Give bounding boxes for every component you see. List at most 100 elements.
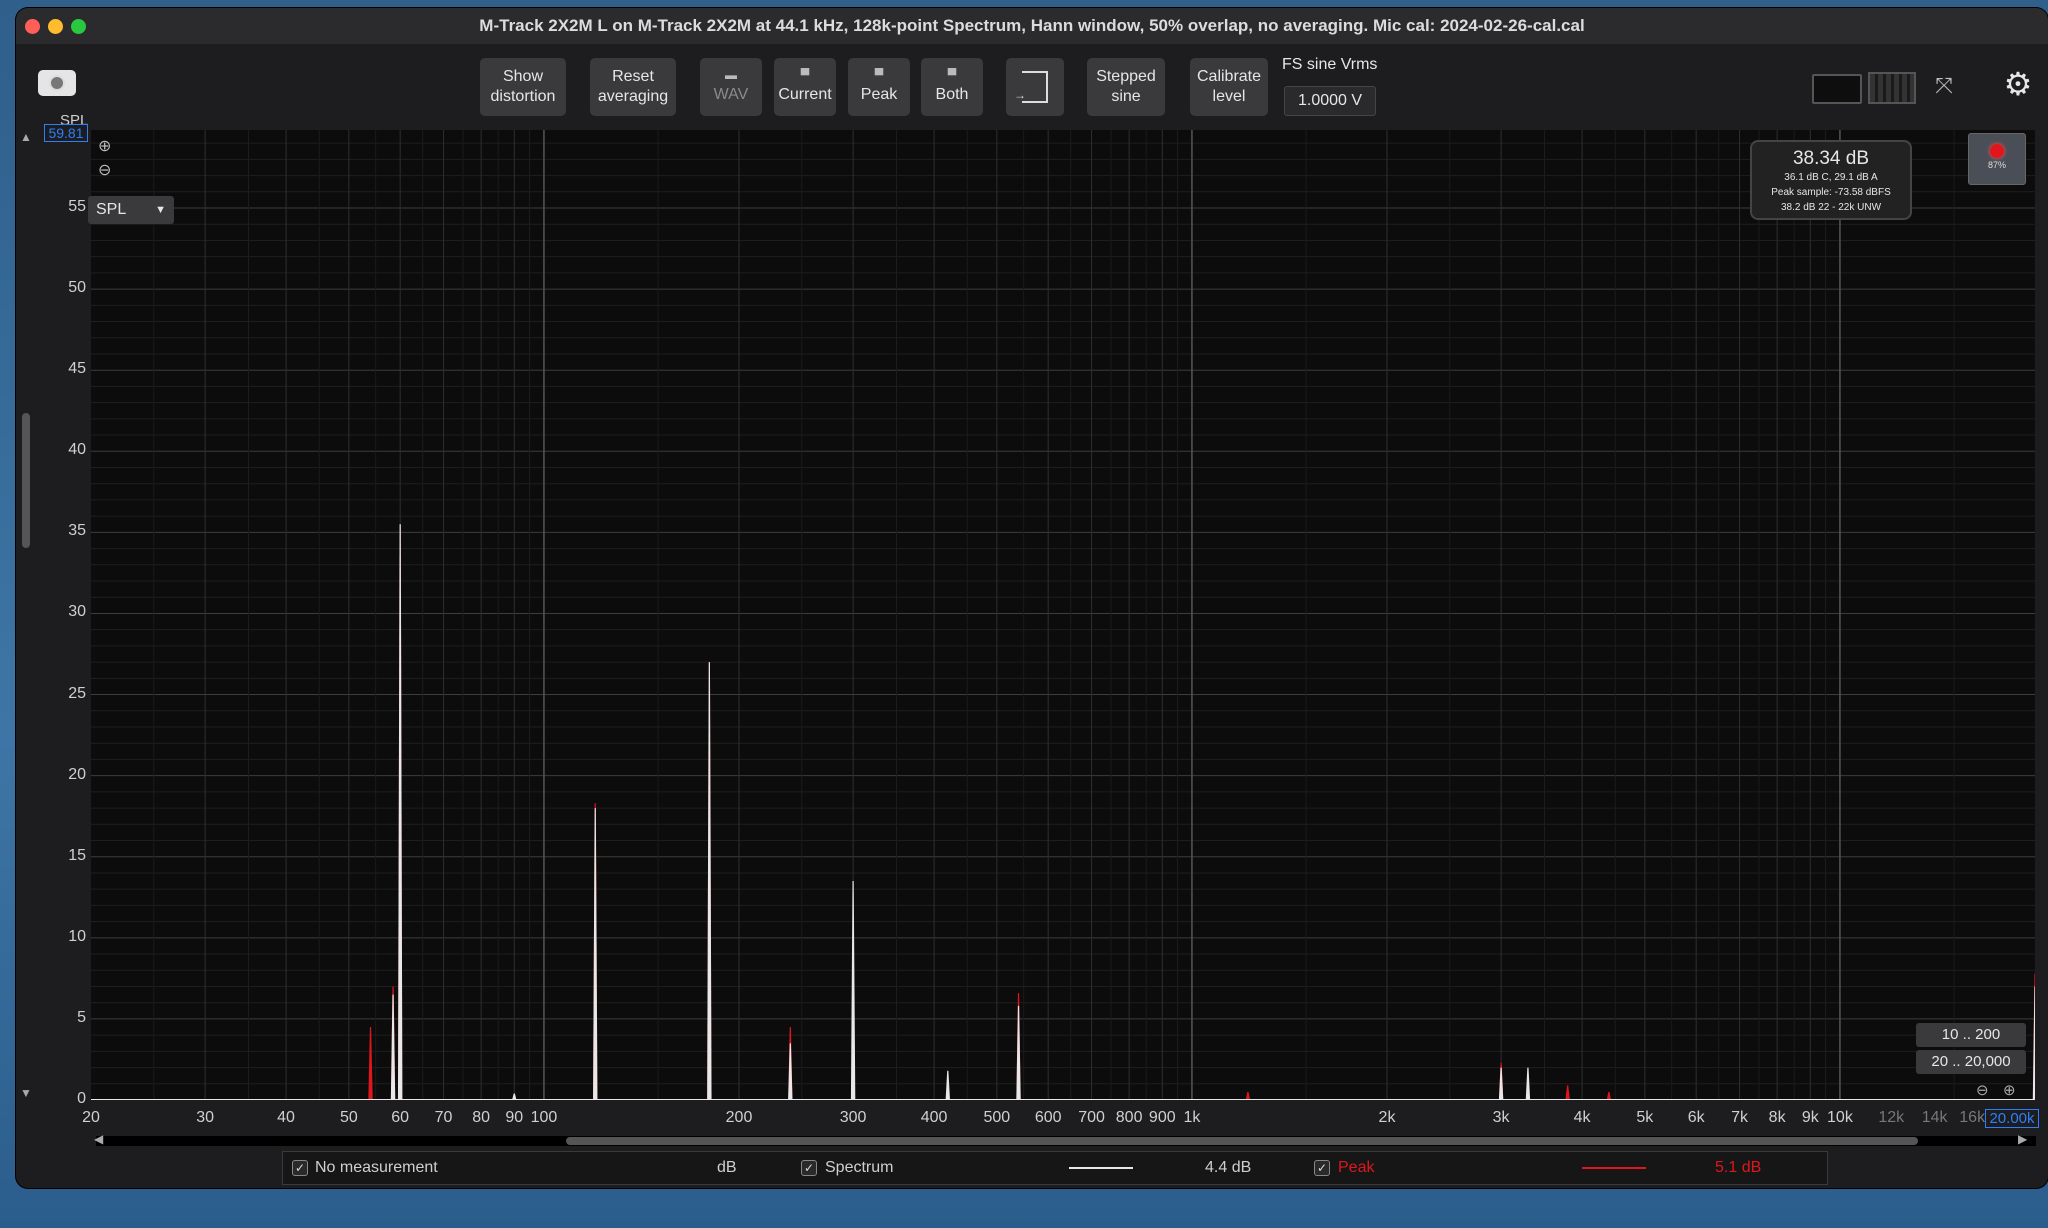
unit-label: dB	[717, 1159, 737, 1176]
wav-button[interactable]: ▬ WAV	[700, 58, 762, 116]
legend-bar: ✓ No measurement dB ✓ Spectrum 4.4 dB ✓ …	[282, 1151, 1828, 1185]
horizontal-scrollbar-thumb[interactable]	[566, 1137, 1918, 1145]
fs-sine-input[interactable]: 1.0000 V	[1284, 86, 1376, 116]
spectrum-checkbox[interactable]: ✓	[801, 1160, 817, 1176]
x-tick-label: 2k	[1378, 1109, 1396, 1126]
peak-peak-mark	[1565, 1085, 1570, 1100]
zoom-in-x-icon[interactable]: ⊕	[2003, 1081, 2016, 1099]
title-bar: M-Track 2X2M L on M-Track 2X2M at 44.1 k…	[16, 8, 2048, 45]
spectrum-peak-mark	[1016, 1005, 1021, 1100]
x-min-input[interactable]: 20	[77, 1109, 105, 1127]
save-icon: ▀	[947, 68, 957, 82]
y-tick-label: 10	[68, 927, 86, 945]
app-window: M-Track 2X2M L on M-Track 2X2M at 44.1 k…	[16, 8, 2048, 1188]
y-tick-label: 20	[68, 765, 86, 783]
fs-sine-label: FS sine Vrms	[1282, 56, 1378, 73]
y-tick-label: 40	[68, 441, 86, 459]
window-title: M-Track 2X2M L on M-Track 2X2M at 44.1 k…	[479, 16, 1585, 35]
range-20-20000-button[interactable]: 20 .. 20,000	[1916, 1050, 2026, 1074]
scroll-left-icon[interactable]: ◀	[94, 1132, 103, 1146]
x-tick-label: 200	[725, 1109, 753, 1126]
reset-averaging-button[interactable]: Reset averaging	[590, 58, 676, 116]
y-unit-select[interactable]: SPL ▼	[88, 196, 174, 224]
show-distortion-button[interactable]: Show distortion	[480, 58, 566, 116]
scroll-up-icon[interactable]: ▲	[20, 130, 32, 144]
current-button[interactable]: ▀ Current	[774, 58, 836, 116]
spectrum-peak-mark	[2032, 986, 2035, 1100]
wav-icon: ▬	[725, 68, 737, 82]
record-indicator-icon	[1990, 144, 2004, 158]
peak-peak-mark	[1606, 1091, 1612, 1100]
y-tick-label: 0	[77, 1090, 86, 1107]
input-select-button[interactable]: →	[1006, 58, 1064, 116]
zoom-in-icon[interactable]: ⊕	[98, 136, 111, 156]
layout-single-icon[interactable]	[1812, 74, 1862, 104]
peak-label: Peak	[860, 86, 898, 103]
y-tick-label: 25	[68, 684, 86, 702]
spectrum-value: 4.4 dB	[1205, 1159, 1252, 1176]
scroll-down-icon[interactable]: ▼	[20, 1086, 32, 1100]
y-tick-label: 35	[68, 522, 86, 540]
level-main: 38.34 dB	[1792, 148, 1870, 169]
fit-view-icon[interactable]: ⤧	[1920, 70, 1968, 102]
peak-peak-mark	[1245, 1091, 1251, 1100]
calibrate-level-button[interactable]: Calibrate level	[1190, 58, 1268, 116]
y-tick-label: 55	[68, 198, 86, 215]
peak-label: Peak	[1338, 1159, 1375, 1176]
x-tick-label: 3k	[1492, 1109, 1510, 1126]
spectrum-peak-mark	[850, 881, 856, 1100]
x-tick-label: 4k	[1573, 1109, 1591, 1126]
x-tick-label: 400	[920, 1109, 948, 1126]
peak-checkbox[interactable]: ✓	[1314, 1160, 1330, 1176]
both-button[interactable]: ▀ Both	[921, 58, 983, 116]
gear-icon[interactable]: ⚙	[2000, 66, 2036, 102]
no-measurement-checkbox[interactable]: ✓	[292, 1160, 308, 1176]
x-tick-label: 30	[196, 1109, 214, 1126]
input-icon: →	[1014, 71, 1048, 103]
no-measurement-label: No measurement	[315, 1159, 438, 1176]
current-label: Current	[778, 86, 832, 103]
toolbar: Show distortion Reset averaging ▬ WAV ▀ …	[16, 44, 2048, 134]
horizontal-scrollbar[interactable]	[96, 1136, 2036, 1146]
zoom-out-icon[interactable]: ⊖	[98, 160, 111, 180]
camera-icon[interactable]	[38, 70, 76, 96]
spectrum-label: Spectrum	[825, 1159, 894, 1176]
peak-swatch	[1582, 1167, 1646, 1169]
y-tick-label: 45	[68, 360, 86, 378]
spectrum-peak-mark	[945, 1070, 950, 1100]
spectrum-chart	[91, 130, 2035, 1100]
level-line-1: 36.1 dB C, 29.1 dB A	[1784, 172, 1878, 183]
x-tick-label: 1k	[1183, 1109, 1201, 1126]
level-line-3: 38.2 dB 22 - 22k UNW	[1780, 202, 1882, 213]
x-tick-label: 300	[839, 1109, 867, 1126]
save-icon: ▀	[800, 68, 810, 82]
layout-grid-icon[interactable]	[1868, 72, 1916, 104]
plot-area[interactable]: ⊕ ⊖ SPL ▼ 38.34 dB 36.1 dB C, 29.1 dB A …	[88, 130, 2035, 1100]
wav-label: WAV	[713, 86, 749, 103]
zoom-out-x-icon[interactable]: ⊖	[1976, 1081, 1989, 1099]
stepped-sine-button[interactable]: Stepped sine	[1087, 58, 1165, 116]
x-max-input[interactable]: 20.00k	[1985, 1109, 2039, 1128]
scroll-right-icon[interactable]: ▶	[2018, 1132, 2027, 1146]
save-icon: ▀	[874, 68, 884, 82]
spectrum-peak-mark	[397, 524, 403, 1100]
chevron-down-icon: ▼	[155, 204, 166, 216]
both-label: Both	[935, 86, 969, 103]
peak-button[interactable]: ▀ Peak	[848, 58, 910, 116]
y-tick-label: 15	[68, 846, 86, 864]
y-unit-select-value: SPL	[96, 201, 127, 218]
spectrum-swatch	[1069, 1167, 1133, 1169]
spectrum-peak-mark	[390, 994, 396, 1100]
x-tick-label: 100	[530, 1109, 558, 1126]
peak-peak-mark	[368, 1027, 373, 1100]
vertical-scrollbar[interactable]	[22, 413, 30, 548]
input-meter[interactable]: 87%	[1968, 133, 2026, 185]
y-tick-label: 5	[77, 1008, 86, 1026]
peak-value: 5.1 dB	[1715, 1159, 1762, 1176]
level-line-2: Peak sample: -73.58 dBFS	[1771, 187, 1891, 198]
level-readout: 38.34 dB 36.1 dB C, 29.1 dB A Peak sampl…	[1750, 140, 1912, 220]
range-10-200-button[interactable]: 10 .. 200	[1916, 1023, 2026, 1047]
y-tick-label: 30	[68, 603, 86, 621]
y-max-input[interactable]: 59.81	[44, 124, 88, 142]
spectrum-peak-mark	[707, 662, 712, 1100]
